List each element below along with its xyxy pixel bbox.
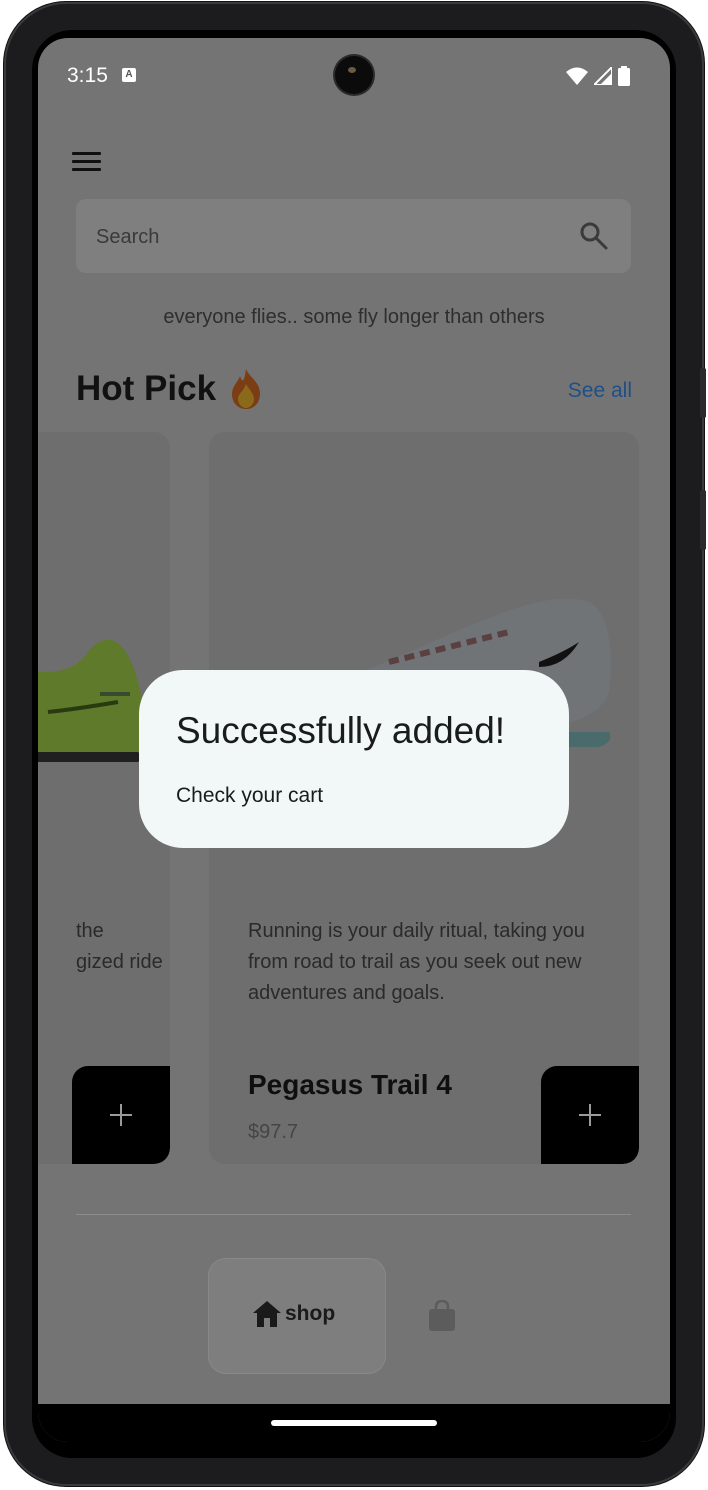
section-title: Hot Pick: [76, 368, 264, 410]
status-time: 3:15: [67, 64, 108, 87]
product-description: the gized ride: [76, 920, 163, 973]
nav-shop-label: shop: [285, 1302, 336, 1325]
nav-shop-content: shop: [251, 1299, 335, 1329]
search-icon[interactable]: [579, 221, 609, 251]
section-title-text: Hot Pick: [76, 369, 217, 408]
add-to-cart-button[interactable]: [541, 1066, 639, 1164]
flame-icon: [232, 369, 261, 409]
status-bar: 3:15 A: [38, 38, 670, 114]
divider: [76, 1214, 631, 1215]
menu-icon[interactable]: [72, 152, 102, 174]
battery-icon: [618, 66, 630, 86]
cellular-signal-icon: [594, 67, 612, 85]
plus-icon: [110, 1104, 132, 1126]
see-all-link[interactable]: See all: [568, 379, 632, 403]
home-indicator[interactable]: [271, 1420, 437, 1426]
wifi-icon: [566, 67, 588, 85]
home-icon: [253, 1301, 281, 1327]
add-to-cart-button[interactable]: [72, 1066, 170, 1164]
volume-button: [700, 368, 706, 418]
product-price: $97.7: [248, 1121, 299, 1143]
nav-shop-tab[interactable]: shop: [208, 1258, 386, 1374]
power-button: [700, 490, 706, 550]
dialog-title: Successfully added!: [176, 710, 506, 751]
tagline: everyone flies.. some fly longer than ot…: [163, 306, 545, 328]
dialog-message: Check your cart: [176, 784, 324, 807]
shopping-bag-icon[interactable]: [428, 1300, 456, 1332]
product-description: Running is your daily ritual, taking you…: [248, 920, 585, 1004]
navigation-gesture-bar: [38, 1404, 670, 1442]
search-bar[interactable]: [76, 199, 631, 273]
search-input[interactable]: [94, 221, 558, 253]
notification-icon: A: [122, 68, 136, 82]
front-camera: [335, 56, 373, 94]
plus-icon: [579, 1104, 601, 1126]
phone-screen: 3:15 A everyone flies.. some fly longer …: [38, 38, 670, 1442]
product-name: Pegasus Trail 4: [248, 1069, 452, 1100]
success-dialog[interactable]: Successfully added! Check your cart: [139, 670, 569, 848]
status-icons: [566, 65, 630, 87]
